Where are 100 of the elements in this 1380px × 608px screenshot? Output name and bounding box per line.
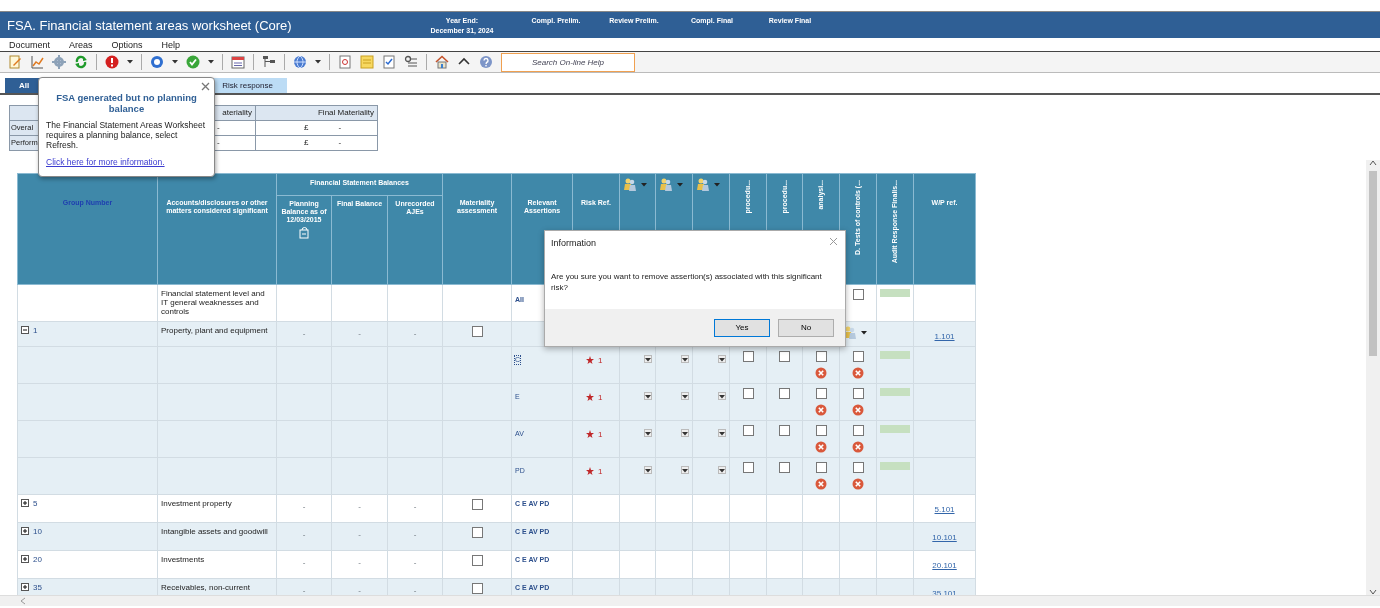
chevron-down-icon[interactable] <box>1369 589 1377 595</box>
checkbox[interactable] <box>852 350 864 362</box>
search-field[interactable]: Search On-line Help <box>501 52 635 72</box>
group-number: 5 <box>33 498 38 508</box>
dropdown-button[interactable] <box>644 428 653 437</box>
remove-icon[interactable] <box>815 440 828 453</box>
checkbox[interactable] <box>742 424 754 436</box>
circle-icon[interactable] <box>150 55 164 69</box>
remove-icon[interactable] <box>852 477 865 490</box>
remove-icon[interactable] <box>852 440 865 453</box>
close-icon[interactable] <box>201 82 210 91</box>
home-icon[interactable] <box>435 55 449 69</box>
flowchart-icon[interactable] <box>262 55 276 69</box>
dropdown-button[interactable] <box>718 391 727 400</box>
table-cell: - <box>358 328 361 338</box>
close-icon[interactable] <box>829 237 838 246</box>
table-cell-text: Receivables, non-current <box>161 582 251 592</box>
expand-icon[interactable] <box>21 583 29 592</box>
remove-icon[interactable] <box>815 477 828 490</box>
caret-icon <box>682 431 689 436</box>
caret-icon[interactable] <box>127 60 133 64</box>
wp-link[interactable]: 1.101 <box>934 331 955 341</box>
checkbox[interactable] <box>779 350 791 362</box>
dropdown-button[interactable] <box>644 354 653 363</box>
checkbox[interactable] <box>742 461 754 473</box>
dropdown-button[interactable] <box>681 391 690 400</box>
menu-item[interactable]: Document <box>9 38 51 51</box>
expand-icon[interactable] <box>21 499 29 508</box>
dropdown-button[interactable] <box>718 354 727 363</box>
dropdown-button[interactable] <box>681 354 690 363</box>
checkbox[interactable] <box>852 289 864 300</box>
help-link[interactable]: Click here for more information. <box>46 156 165 170</box>
wp-link[interactable]: 10.101 <box>932 532 957 542</box>
checkbox[interactable] <box>742 350 754 362</box>
menu-button[interactable] <box>623 178 648 192</box>
caret-icon[interactable] <box>172 60 178 64</box>
dialog-button[interactable]: Yes <box>714 318 770 337</box>
dropdown-button[interactable] <box>644 465 653 474</box>
checkbox[interactable] <box>471 526 483 538</box>
menu-item[interactable]: Areas <box>69 38 93 51</box>
remove-icon[interactable] <box>852 403 865 416</box>
scrollbar[interactable] <box>1366 160 1380 595</box>
calendar-icon[interactable] <box>231 55 245 69</box>
caret-icon <box>645 468 652 473</box>
checkbox[interactable] <box>779 461 791 473</box>
checkbox[interactable] <box>815 387 827 399</box>
checkbox[interactable] <box>779 424 791 436</box>
checkbox[interactable] <box>815 461 827 473</box>
document-icon[interactable] <box>338 55 352 69</box>
globe-icon[interactable] <box>293 55 307 69</box>
dropdown-button[interactable] <box>681 465 690 474</box>
chart-icon[interactable] <box>30 55 44 69</box>
dialog-button[interactable]: No <box>778 318 834 337</box>
document-check-icon[interactable] <box>382 55 396 69</box>
checkbox[interactable] <box>471 498 483 510</box>
checkbox[interactable] <box>471 325 483 337</box>
menu-button[interactable] <box>659 178 684 192</box>
chevron-up-icon[interactable] <box>1369 160 1377 166</box>
scrollbar[interactable] <box>0 595 1380 606</box>
caret-icon[interactable] <box>208 60 214 64</box>
expand-icon[interactable] <box>21 527 29 536</box>
checkbox[interactable] <box>779 387 791 399</box>
help-icon[interactable] <box>479 55 493 69</box>
document-icon[interactable] <box>298 227 310 240</box>
dropdown-button[interactable] <box>644 391 653 400</box>
checkbox[interactable] <box>471 582 483 594</box>
collapse-icon[interactable] <box>21 326 29 335</box>
remove-icon[interactable] <box>815 403 828 416</box>
checkbox[interactable] <box>815 424 827 436</box>
remove-icon[interactable] <box>852 366 865 379</box>
edit-document-icon[interactable] <box>8 55 22 69</box>
checkbox[interactable] <box>852 461 864 473</box>
table-cell: - <box>358 585 361 595</box>
scrollbar-thumb[interactable] <box>1369 171 1377 356</box>
people-icon <box>696 178 711 192</box>
checkbox[interactable] <box>742 387 754 399</box>
caret-icon[interactable] <box>315 60 321 64</box>
check-icon[interactable] <box>186 55 200 69</box>
star-icon <box>586 467 595 476</box>
refresh-icon[interactable] <box>74 55 88 69</box>
key-list-icon[interactable] <box>404 55 418 69</box>
checkbox[interactable] <box>471 554 483 566</box>
menu-button[interactable] <box>696 178 721 192</box>
dropdown-button[interactable] <box>681 428 690 437</box>
alert-icon[interactable] <box>105 55 119 69</box>
checkbox[interactable] <box>815 350 827 362</box>
dropdown-button[interactable] <box>718 465 727 474</box>
menu-item[interactable]: Help <box>161 38 181 51</box>
wp-link[interactable]: 20.101 <box>932 560 957 570</box>
dropdown-button[interactable] <box>718 428 727 437</box>
remove-icon[interactable] <box>815 366 828 379</box>
caret-icon <box>714 183 721 187</box>
expand-icon[interactable] <box>21 555 29 564</box>
star-icon <box>586 430 595 439</box>
checkbox[interactable] <box>852 387 864 399</box>
menu-item[interactable]: Options <box>111 38 143 51</box>
checkbox[interactable] <box>852 424 864 436</box>
wp-link[interactable]: 35.101 <box>932 588 957 595</box>
wp-link[interactable]: 5.101 <box>934 504 955 514</box>
table-cell: - <box>358 529 361 539</box>
